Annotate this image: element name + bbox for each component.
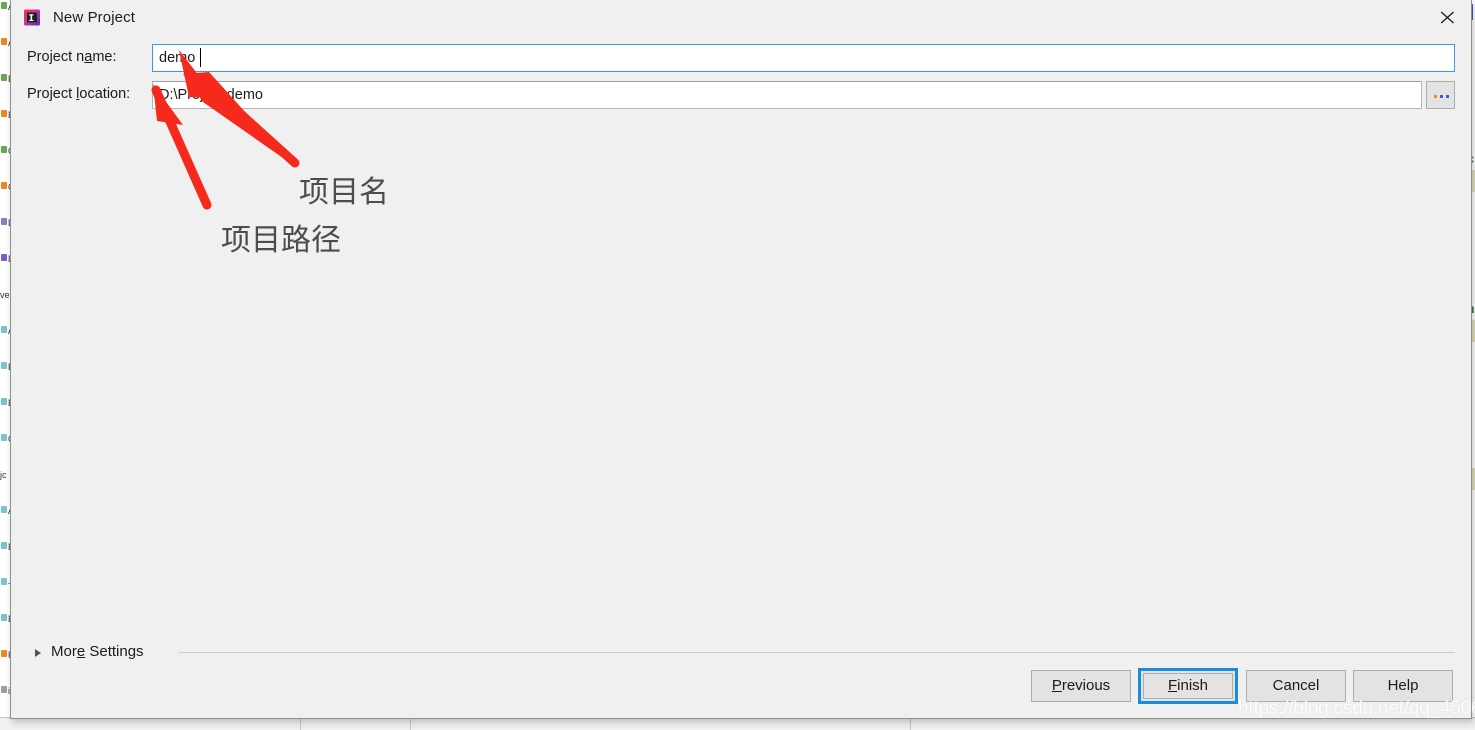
project-name-label: Project name: [27, 48, 116, 66]
text-caret [200, 48, 201, 67]
backdrop-tree-node-icon [1, 434, 7, 441]
annotation-project-path: 项目路径 [221, 223, 341, 258]
project-location-label-post: ocation: [79, 86, 131, 102]
backdrop-status-cell-divider [300, 718, 302, 730]
backdrop-tree-node-icon [1, 146, 7, 153]
project-location-row: Project location: [11, 81, 1471, 109]
finish-label-mnemonic: F [1167, 677, 1178, 694]
backdrop-tree-node-icon [1, 254, 7, 261]
finish-button-inner: Finish [1143, 673, 1233, 699]
cancel-button[interactable]: Cancel [1246, 670, 1346, 702]
backdrop-status-cell-divider [910, 718, 912, 730]
backdrop-tree-node-icon [1, 506, 7, 513]
dialog-title: New Project [53, 9, 135, 26]
backdrop-tree-node-icon [1, 218, 7, 225]
dialog-button-bar: Previous Finish Cancel Help [11, 668, 1471, 708]
new-project-dialog: New Project Project name: Project locati… [10, 0, 1472, 719]
project-location-label-pre: Project [27, 86, 77, 102]
backdrop-tree-node-icon [1, 38, 7, 45]
backdrop-tree-node-icon [1, 686, 7, 693]
chevron-right-icon[interactable] [35, 649, 41, 657]
more-settings-label-mnemonic: e [76, 643, 86, 660]
backdrop-tree-node-icon [1, 398, 7, 405]
previous-label-mnemonic: P [1051, 677, 1062, 694]
backdrop-tree-node-icon [1, 650, 7, 657]
ellipsis-icon-dot-2 [1440, 95, 1443, 98]
backdrop-tree-node-icon [1, 578, 7, 585]
backdrop-tree-node-icon [1, 362, 7, 369]
intellij-idea-icon [22, 8, 42, 28]
more-settings-label-pre: Mor [51, 643, 77, 660]
backdrop-tree-node-icon [1, 2, 7, 9]
dialog-title-bar: New Project [11, 0, 1471, 36]
backdrop-tree-node-icon [1, 542, 7, 549]
more-settings-label-post: Settings [85, 643, 144, 660]
previous-button[interactable]: Previous [1031, 670, 1131, 702]
backdrop-tree-node-icon [1, 110, 7, 117]
backdrop-tree-node-icon [1, 74, 7, 81]
annotation-project-name: 项目名 [299, 175, 389, 210]
project-name-label-pre: Project n [27, 49, 85, 65]
ellipsis-icon-dot-3 [1446, 95, 1449, 98]
project-location-input[interactable] [152, 81, 1422, 109]
more-settings-section: More Settings [11, 640, 1471, 668]
section-divider [179, 652, 1455, 653]
close-icon[interactable] [1425, 0, 1471, 34]
backdrop-tree-node-icon [1, 326, 7, 333]
help-button[interactable]: Help [1353, 670, 1453, 702]
project-name-label-post: me: [92, 49, 117, 65]
backdrop-tree-node-icon [1, 182, 7, 189]
previous-label-post: revious [1061, 677, 1111, 694]
ellipsis-icon-dot-1 [1434, 95, 1437, 98]
backdrop-tree-node-icon [1, 614, 7, 621]
project-location-label: Project location: [27, 85, 130, 103]
backdrop-status-cell-divider [410, 718, 412, 730]
more-settings-label[interactable]: More Settings [51, 640, 144, 664]
project-name-row: Project name: [11, 44, 1471, 72]
browse-location-button[interactable] [1426, 81, 1455, 109]
finish-label-post: inish [1177, 677, 1209, 694]
finish-button[interactable]: Finish [1138, 668, 1238, 704]
project-name-input[interactable] [152, 44, 1455, 72]
